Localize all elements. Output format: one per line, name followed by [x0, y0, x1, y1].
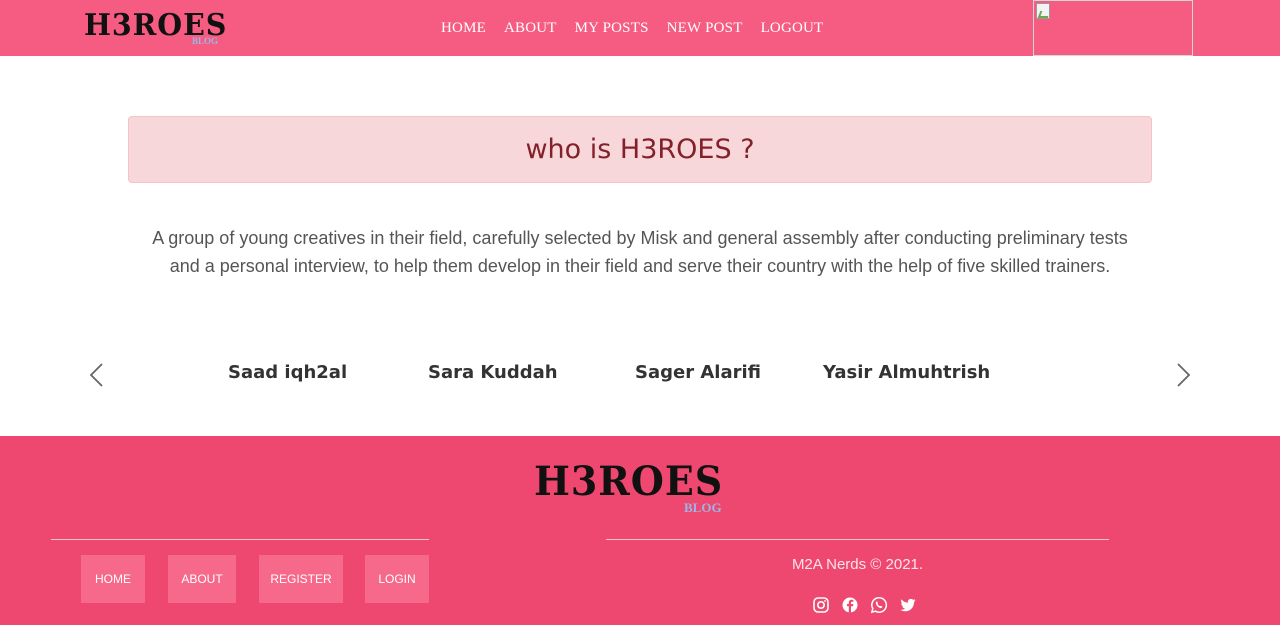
about-description: A group of young creatives in their fiel… [152, 228, 1128, 276]
chevron-left-icon[interactable] [84, 362, 110, 388]
footer: H3ROES BLOG HOME ABOUT REGISTER LOGIN M2… [0, 436, 1280, 625]
chevron-right-icon[interactable] [1170, 362, 1196, 388]
nav-link-logout[interactable]: LOGOUT [761, 20, 824, 37]
top-navbar: H3ROES BLOG HOME ABOUT MY POSTS NEW POST… [0, 0, 1280, 56]
footer-logo-text: H3ROES [534, 458, 724, 505]
footer-divider-left [51, 539, 429, 540]
footer-logo-subtext: BLOG [684, 500, 722, 515]
social-links [812, 596, 928, 614]
brand-logo[interactable]: H3ROES BLOG [84, 8, 226, 48]
member-name: Sara Kuddah [428, 362, 558, 383]
nav-link-new-post[interactable]: NEW POST [667, 20, 743, 37]
twitter-icon[interactable] [899, 596, 917, 614]
user-avatar-image[interactable] [1033, 0, 1193, 56]
member-name: Sager Alarifi [635, 362, 761, 383]
about-banner: who is H3ROES ? [128, 116, 1152, 183]
nav-link-my-posts[interactable]: MY POSTS [575, 20, 649, 37]
footer-about-button[interactable]: ABOUT [168, 555, 236, 603]
whatsapp-icon[interactable] [870, 596, 888, 614]
facebook-icon[interactable] [841, 596, 859, 614]
copyright-text: M2A Nerds © 2021. [791, 556, 924, 573]
instagram-icon[interactable] [812, 596, 830, 614]
brand-logo-subtext: BLOG [192, 36, 219, 46]
nav-link-about[interactable]: ABOUT [504, 20, 557, 37]
member-name: Yasir Almuhtrish [823, 362, 991, 383]
footer-register-button[interactable]: REGISTER [259, 555, 343, 603]
page-title: who is H3ROES ? [525, 134, 755, 165]
footer-home-button[interactable]: HOME [81, 555, 145, 603]
members-carousel: Saad iqh2al Sara Kuddah Sager Alarifi Ya… [0, 350, 1280, 400]
footer-divider-right [606, 539, 1109, 540]
footer-logo: H3ROES BLOG [534, 458, 734, 518]
footer-login-button[interactable]: LOGIN [365, 555, 429, 603]
member-name: Saad iqh2al [228, 362, 348, 383]
broken-image-icon [1036, 3, 1050, 19]
nav-link-home[interactable]: HOME [441, 20, 486, 37]
nav-links: HOME ABOUT MY POSTS NEW POST LOGOUT [432, 0, 832, 56]
